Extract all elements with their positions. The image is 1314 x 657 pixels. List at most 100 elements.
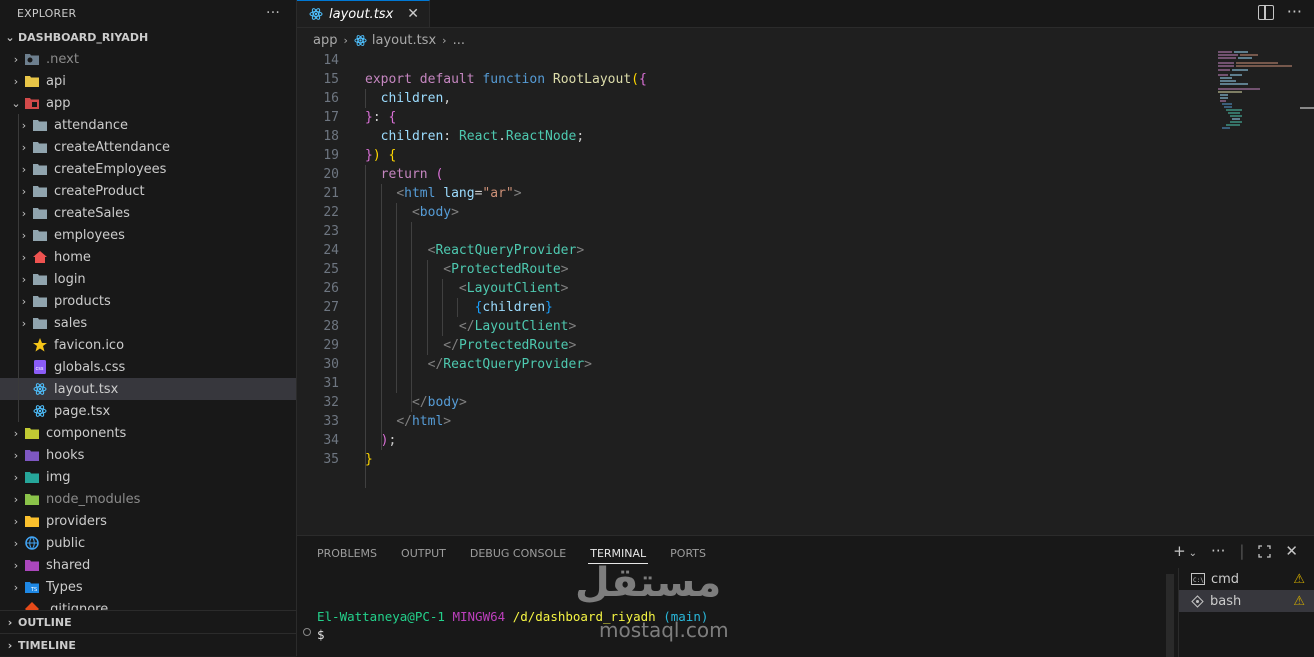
breadcrumb-app[interactable]: app — [313, 33, 337, 48]
outline-label: OUTLINE — [18, 615, 72, 629]
explorer-title: EXPLORER — [17, 6, 77, 20]
terminal-item-bash[interactable]: bash ⚠ — [1179, 590, 1314, 612]
folder-icon — [24, 95, 40, 111]
tree-item-layout-tsx[interactable]: layout.tsx — [0, 378, 296, 400]
editor-tabbar: layout.tsx ✕ ··· — [297, 0, 1314, 28]
line-number: 20 — [323, 167, 339, 182]
folder-icon — [24, 535, 40, 551]
line-number: 24 — [323, 243, 339, 258]
tree-item-hooks[interactable]: › hooks — [0, 444, 296, 466]
terminal-item-cmd[interactable]: C:\ cmd ⚠ — [1179, 568, 1314, 590]
indent-guide — [18, 334, 19, 356]
project-root[interactable]: ⌄ DASHBOARD_RIYADH — [0, 26, 296, 48]
folder-icon — [32, 315, 48, 331]
tree-item-label: products — [54, 293, 111, 309]
terminal-scrollbar[interactable] — [1166, 574, 1174, 657]
line-number: 19 — [323, 148, 339, 163]
terminal-list: C:\ cmd ⚠ bash ⚠ — [1178, 568, 1314, 657]
sidebar-bottom-sections: › OUTLINE › TIMELINE — [0, 610, 296, 656]
tree-item-label: favicon.ico — [54, 337, 125, 353]
scrollbar-marker[interactable] — [1300, 107, 1314, 109]
tree-item-app[interactable]: ⌄ app — [0, 92, 296, 114]
minimap[interactable] — [1218, 50, 1298, 130]
tree-item-node-modules[interactable]: › node_modules — [0, 488, 296, 510]
indent-guide — [18, 290, 19, 312]
chevron-right-icon: › — [13, 514, 19, 528]
indent-guide — [18, 224, 19, 246]
tree-item-label: img — [46, 469, 71, 485]
split-editor-icon[interactable] — [1258, 5, 1274, 20]
tree-item-createattendance[interactable]: › createAttendance — [0, 136, 296, 158]
tree-item-label: attendance — [54, 117, 129, 133]
close-icon[interactable]: ✕ — [407, 6, 419, 22]
svg-text:TS: TS — [30, 587, 37, 593]
code-line: 25 <ProtectedRoute> — [297, 260, 1197, 279]
chevron-right-icon: › — [13, 426, 19, 440]
line-number: 15 — [323, 72, 339, 87]
tree-item-attendance[interactable]: › attendance — [0, 114, 296, 136]
chevron-right-icon: › — [7, 615, 13, 629]
tree-item-label: hooks — [46, 447, 85, 463]
chevron-right-icon: › — [13, 470, 19, 484]
indent-guide — [18, 202, 19, 224]
tree-item-sales[interactable]: › sales — [0, 312, 296, 334]
tree-item-components[interactable]: › components — [0, 422, 296, 444]
tree-item-label: components — [46, 425, 127, 441]
outline-section[interactable]: › OUTLINE — [0, 610, 296, 633]
close-panel-icon[interactable]: ✕ — [1285, 542, 1298, 560]
tab-debug-console[interactable]: DEBUG CONSOLE — [470, 536, 566, 570]
tree-item-login[interactable]: › login — [0, 268, 296, 290]
divider: | — [1239, 542, 1245, 560]
code-line: 29 </ProtectedRoute> — [297, 336, 1197, 355]
indent-guide — [18, 268, 19, 290]
tab-layout-tsx[interactable]: layout.tsx ✕ — [297, 0, 430, 27]
line-number: 26 — [323, 281, 339, 296]
tree-item-createemployees[interactable]: › createEmployees — [0, 158, 296, 180]
tree-item-img[interactable]: › img — [0, 466, 296, 488]
code-line: 22 <body> — [297, 203, 1197, 222]
indent-guide — [18, 356, 19, 378]
chevron-right-icon: › — [13, 52, 19, 66]
tree-item-label: public — [46, 535, 86, 551]
line-number: 31 — [323, 376, 339, 391]
tree-item-shared[interactable]: › shared — [0, 554, 296, 576]
indent-guide — [18, 114, 19, 136]
file-icon — [32, 381, 48, 397]
tab-output[interactable]: OUTPUT — [401, 536, 446, 570]
folder-icon — [24, 513, 40, 529]
more-actions-icon[interactable]: ··· — [1287, 2, 1302, 21]
svg-text:css: css — [36, 366, 44, 372]
tree-item-createsales[interactable]: › createSales — [0, 202, 296, 224]
command-decoration-icon[interactable] — [303, 628, 311, 636]
tree-item-types[interactable]: › TS Types — [0, 576, 296, 598]
code-line: 16 children, — [297, 89, 1197, 108]
more-actions-icon[interactable]: ··· — [266, 5, 280, 21]
tree-item-createproduct[interactable]: › createProduct — [0, 180, 296, 202]
tree-item-next[interactable]: › .next — [0, 48, 296, 70]
code-line: 20 return ( — [297, 165, 1197, 184]
tree-item-globals-css[interactable]: css globals.css — [0, 356, 296, 378]
tree-item-api[interactable]: › api — [0, 70, 296, 92]
tree-item-favicon-ico[interactable]: favicon.ico — [0, 334, 296, 356]
file-icon — [32, 403, 48, 419]
chevron-down-icon[interactable]: ⌄ — [1189, 548, 1197, 559]
tab-problems[interactable]: PROBLEMS — [317, 536, 377, 570]
tree-item-providers[interactable]: › providers — [0, 510, 296, 532]
code-line: 33 </html> — [297, 412, 1197, 431]
indent-guide — [18, 400, 19, 422]
maximize-panel-icon[interactable] — [1258, 544, 1272, 558]
tree-item-page-tsx[interactable]: page.tsx — [0, 400, 296, 422]
line-number: 34 — [323, 433, 339, 448]
breadcrumb-file[interactable]: layout.tsx — [372, 33, 436, 48]
tree-item-employees[interactable]: › employees — [0, 224, 296, 246]
line-number: 18 — [323, 129, 339, 144]
tree-item-public[interactable]: › public — [0, 532, 296, 554]
more-actions-icon[interactable]: ··· — [1211, 542, 1225, 560]
folder-icon — [24, 469, 40, 485]
code-view[interactable]: 14 15 export default function RootLayout(… — [297, 51, 1197, 488]
tree-item-home[interactable]: › home — [0, 246, 296, 268]
tree-item-products[interactable]: › products — [0, 290, 296, 312]
breadcrumb-more[interactable]: ... — [453, 33, 465, 48]
new-terminal-icon[interactable]: + ⌄ — [1173, 542, 1197, 560]
timeline-section[interactable]: › TIMELINE — [0, 633, 296, 656]
